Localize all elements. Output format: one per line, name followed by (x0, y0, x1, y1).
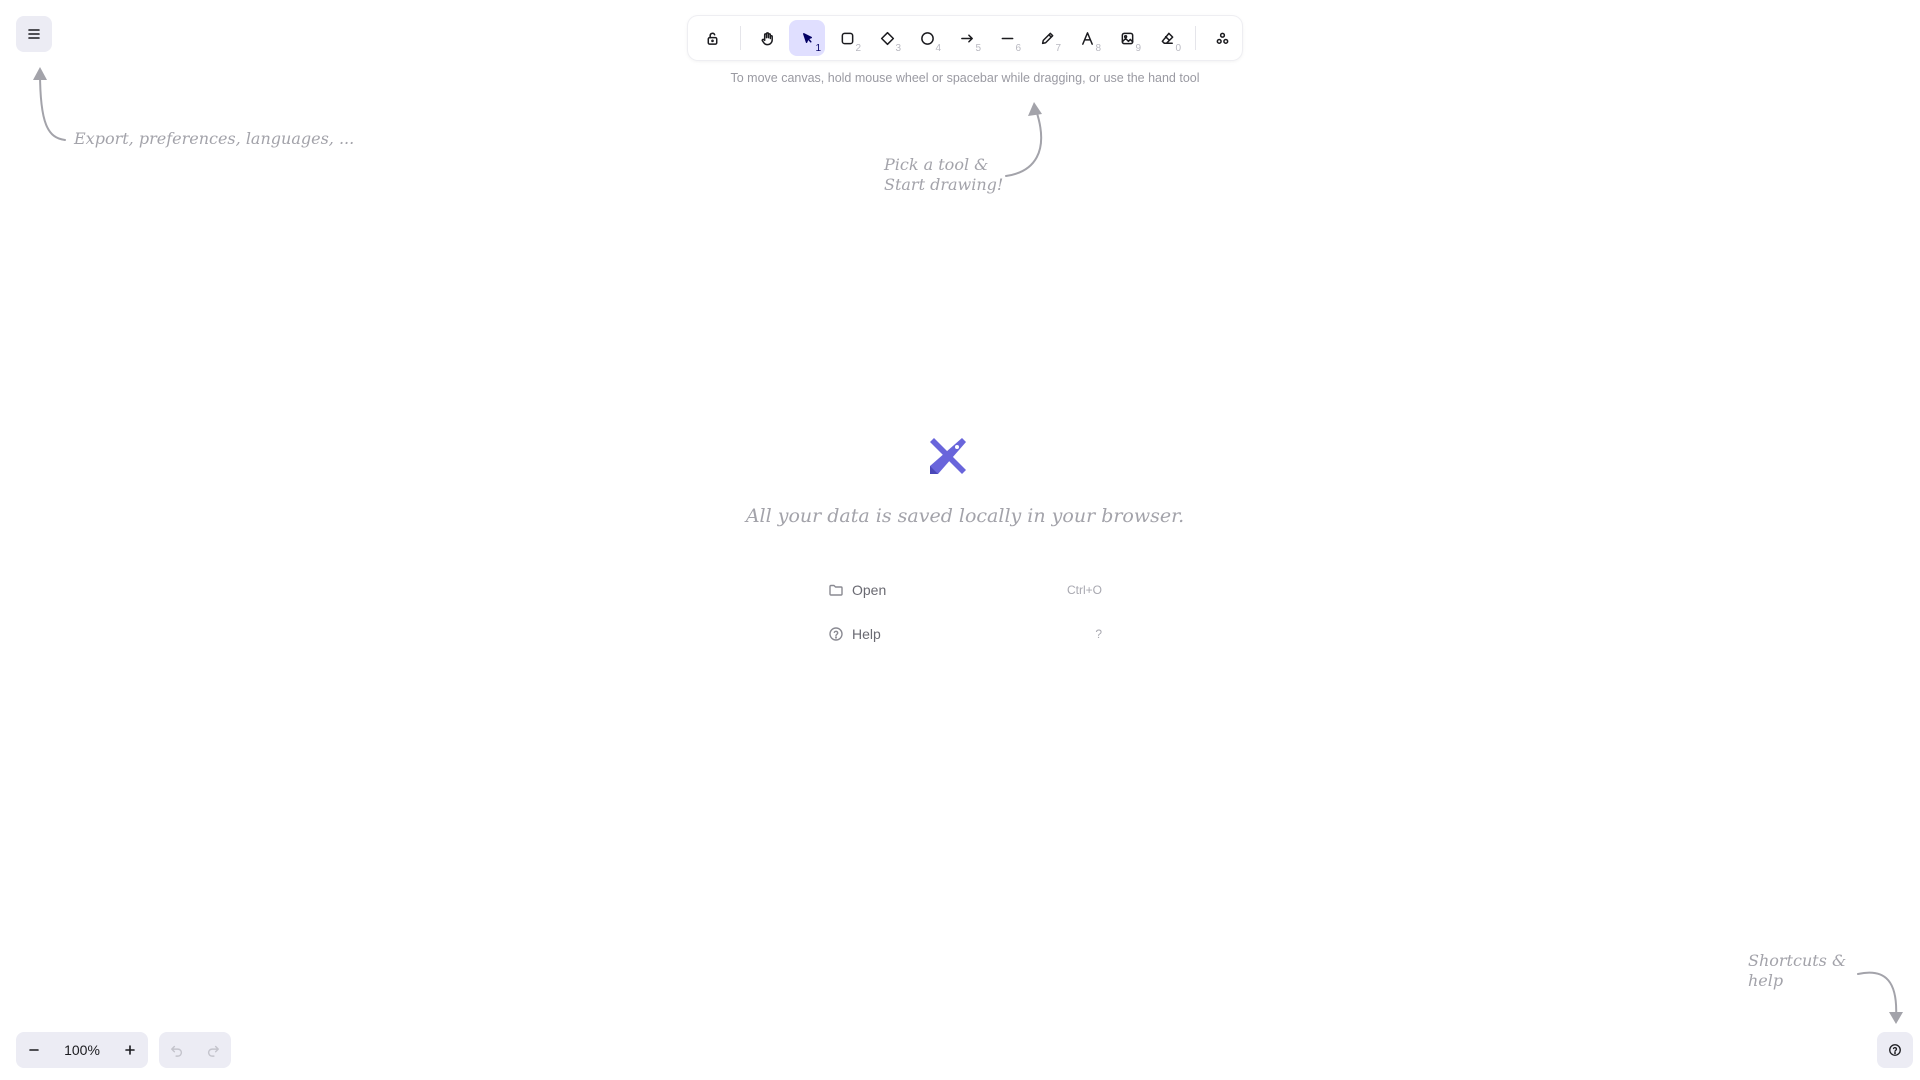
rectangle-tool-key: 2 (855, 43, 861, 54)
help-circle-icon (828, 626, 844, 642)
shapes-library-icon (1216, 32, 1228, 44)
draw-tool-key: 7 (1055, 43, 1061, 54)
ellipse-icon (920, 31, 934, 45)
pencil-icon (1041, 32, 1053, 44)
rectangle-tool-button[interactable]: 2 (829, 20, 865, 56)
tool-hint-line-1: Pick a tool & (884, 155, 989, 174)
zoom-in-button[interactable] (112, 1032, 148, 1068)
main-menu-button[interactable] (16, 16, 52, 52)
redo-icon (207, 1045, 219, 1057)
help-hint-arrow (1857, 971, 1903, 1024)
zoom-out-button[interactable] (16, 1032, 52, 1068)
help-button[interactable] (1877, 1032, 1913, 1068)
zoom-level[interactable]: 100% (52, 1042, 112, 1058)
minus-icon (29, 1049, 39, 1051)
hand-tool-button[interactable] (749, 20, 785, 56)
menu-hint-text: Export, preferences, languages, ... (74, 129, 355, 148)
canvas[interactable]: 1 2 3 4 5 6 7 8 9 0 To move canvas, hold… (0, 0, 1920, 1080)
hamburger-icon (28, 29, 40, 39)
undo-icon (171, 1045, 183, 1057)
help-hint-text: Shortcuts & help (1748, 951, 1858, 991)
ellipse-tool-key: 4 (935, 43, 941, 54)
folder-icon (828, 582, 844, 598)
arrow-tool-key: 5 (975, 43, 981, 54)
eraser-icon (1161, 32, 1173, 44)
plus-icon (125, 1045, 135, 1055)
text-icon (1081, 31, 1093, 45)
welcome-open-label: Open (852, 582, 887, 598)
menu-hint-arrow (33, 67, 66, 141)
help-icon (1889, 1044, 1901, 1056)
tool-hint-line-2: Start drawing! (884, 175, 1004, 194)
line-tool-button[interactable]: 6 (989, 20, 1025, 56)
welcome-open-shortcut: Ctrl+O (1066, 583, 1102, 597)
text-tool-key: 8 (1095, 43, 1101, 54)
pointer-icon (802, 32, 812, 43)
ellipse-tool-button[interactable]: 4 (909, 20, 945, 56)
diamond-icon (880, 31, 894, 45)
line-tool-key: 6 (1015, 43, 1021, 54)
zoom-controls: 100% (16, 1032, 148, 1068)
redo-button[interactable] (195, 1032, 231, 1068)
welcome-message: All your data is saved locally in your b… (745, 505, 1185, 527)
lock-tool-button[interactable] (694, 20, 730, 56)
tool-hint-arrow (1005, 102, 1042, 177)
canvas-move-hint: To move canvas, hold mouse wheel or spac… (730, 71, 1200, 85)
undo-button[interactable] (159, 1032, 195, 1068)
image-tool-button[interactable]: 9 (1109, 20, 1145, 56)
tool-hint-text: Pick a tool & Start drawing! (884, 155, 1003, 195)
image-icon (1121, 32, 1133, 44)
image-tool-key: 9 (1135, 43, 1141, 54)
lock-icon (707, 32, 717, 45)
help-hint-line-2: help (1748, 971, 1784, 990)
draw-tool-button[interactable]: 7 (1029, 20, 1065, 56)
help-hint-line-1: Shortcuts & (1748, 951, 1847, 970)
welcome-help-shortcut: ? (1095, 627, 1102, 641)
rectangle-icon (841, 32, 853, 44)
arrow-icon (960, 33, 973, 43)
arrow-tool-button[interactable]: 5 (949, 20, 985, 56)
text-tool-button[interactable]: 8 (1069, 20, 1105, 56)
selection-tool-button[interactable]: 1 (789, 20, 825, 56)
hand-icon (761, 31, 773, 45)
welcome-menu: Open Ctrl+O Help ? (820, 568, 1110, 656)
selection-tool-key: 1 (815, 43, 821, 54)
shapes-library-button[interactable] (1204, 20, 1240, 56)
toolbar: 1 2 3 4 5 6 7 8 9 0 (688, 16, 1242, 60)
toolbar-divider (740, 26, 741, 50)
diamond-tool-button[interactable]: 3 (869, 20, 905, 56)
diamond-tool-key: 3 (895, 43, 901, 54)
history-controls (159, 1032, 231, 1068)
welcome-help-label: Help (852, 626, 881, 642)
line-icon (1001, 37, 1013, 39)
welcome-help-item[interactable]: Help ? (820, 612, 1110, 656)
toolbar-divider (1195, 26, 1196, 50)
welcome-open-item[interactable]: Open Ctrl+O (820, 568, 1110, 612)
app-logo-icon (930, 438, 966, 474)
eraser-tool-key: 0 (1175, 43, 1181, 54)
eraser-tool-button[interactable]: 0 (1149, 20, 1185, 56)
